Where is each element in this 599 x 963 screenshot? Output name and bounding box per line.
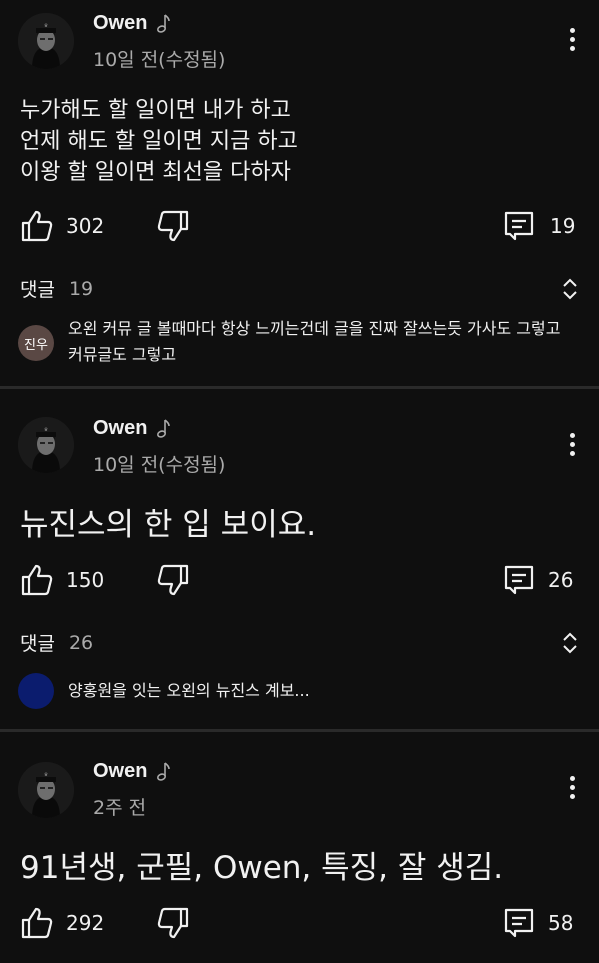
more-vert-icon[interactable] [562,433,582,463]
author-avatar[interactable] [18,13,74,69]
comment-icon [502,906,536,940]
comments-count: 19 [68,277,94,300]
like-count: 150 [66,568,105,592]
like-button[interactable]: 302 [20,209,104,243]
like-button[interactable]: 150 [20,563,104,597]
reply-button[interactable]: 19 [502,209,575,243]
dislike-button[interactable] [156,209,190,243]
reply-count: 26 [548,568,574,592]
thumbs-up-icon [20,563,54,597]
author-row: Owen [93,760,171,783]
author-row: Owen [93,417,171,440]
top-comment-preview[interactable]: 진우 오왼 커뮤 글 볼때마다 항상 느끼는건데 글을 진짜 잘쓰는듯 가사도 … [18,316,579,368]
post-line: 언제 해도 할 일이면 지금 하고 [20,129,298,154]
community-post: Owen 2주 전 91년생, 군필, Owen, 특징, 잘 생김. 292 … [0,732,599,963]
owen-avatar-icon [18,417,74,473]
comment-icon [502,209,536,243]
post-content: 누가해도 할 일이면 내가 하고 언제 해도 할 일이면 지금 하고 이왕 할 … [20,95,298,188]
comments-label: 댓글 [20,633,55,655]
owen-avatar-icon [18,762,74,818]
owen-avatar-icon [18,13,74,69]
thumbs-up-icon [20,209,54,243]
post-line: 이왕 할 일이면 최선을 다하자 [20,160,291,185]
community-post: Owen 10일 전(수정됨) 누가해도 할 일이면 내가 하고 언제 해도 할… [0,0,599,386]
author-name[interactable]: Owen [93,12,147,35]
author-name[interactable]: Owen [93,417,147,440]
comments-count: 26 [68,631,94,654]
reply-count: 58 [548,911,574,935]
comment-text: 오왼 커뮤 글 볼때마다 항상 느끼는건데 글을 진짜 잘쓰는듯 가사도 그렇고… [68,319,561,364]
unfold-icon[interactable] [561,276,579,302]
thumbs-down-icon [156,209,190,243]
thumbs-down-icon [156,906,190,940]
music-note-icon [153,13,171,35]
top-comment-preview[interactable]: 양홍원을 잇는 오왼의 뉴진스 계보... [18,673,579,709]
post-time: 10일 전(수정됨) [93,49,226,71]
post-time: 10일 전(수정됨) [93,454,226,476]
author-row: Owen [93,12,171,35]
dislike-button[interactable] [156,563,190,597]
comment-icon [502,563,536,597]
more-vert-icon[interactable] [562,776,582,806]
like-count: 292 [66,911,105,935]
reply-button[interactable]: 58 [502,906,573,940]
like-button[interactable]: 292 [20,906,104,940]
thumbs-up-icon [20,906,54,940]
commenter-avatar-text: 진우 [24,337,48,353]
author-avatar[interactable] [18,417,74,473]
post-content: 91년생, 군필, Owen, 특징, 잘 생김. [20,848,503,888]
reply-button[interactable]: 26 [502,563,573,597]
comments-header[interactable]: 댓글 19 [20,275,579,302]
comments-header[interactable]: 댓글 26 [20,629,579,656]
reply-count: 19 [550,214,576,238]
author-name[interactable]: Owen [93,760,147,783]
commenter-avatar: 진우 [18,325,54,361]
post-time: 2주 전 [93,797,147,819]
post-line: 91년생, 군필, Owen, 특징, 잘 생김. [20,850,504,886]
comments-label: 댓글 [20,279,55,301]
comment-text: 양홍원을 잇는 오왼의 뉴진스 계보... [68,681,310,700]
music-note-icon [153,418,171,440]
music-note-icon [153,761,171,783]
post-content: 뉴진스의 한 입 보이요. [20,505,316,545]
more-vert-icon[interactable] [562,28,582,58]
community-post: Owen 10일 전(수정됨) 뉴진스의 한 입 보이요. 150 26 댓글 … [0,389,599,729]
like-count: 302 [66,214,105,238]
unfold-icon[interactable] [561,630,579,656]
thumbs-down-icon [156,563,190,597]
commenter-avatar [18,673,54,709]
post-line: 누가해도 할 일이면 내가 하고 [20,98,291,123]
post-line: 뉴진스의 한 입 보이요. [20,507,317,543]
author-avatar[interactable] [18,762,74,818]
dislike-button[interactable] [156,906,190,940]
